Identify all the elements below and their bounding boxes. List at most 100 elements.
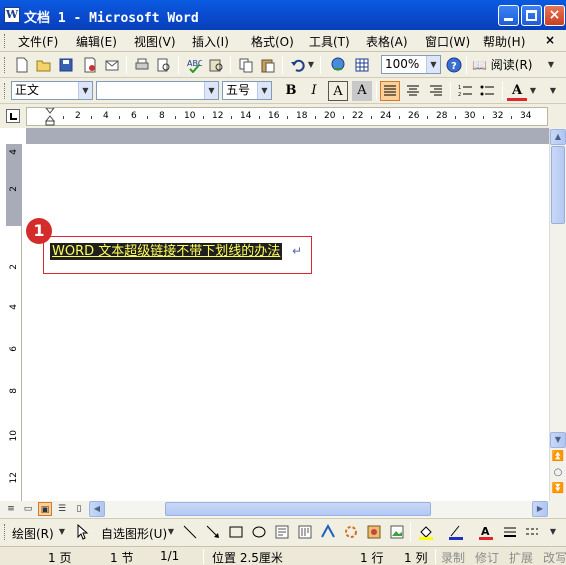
previous-page-icon[interactable]: ⏫ <box>550 450 566 466</box>
toolbar-grip[interactable] <box>4 57 7 73</box>
chevron-down-icon[interactable]: ▼ <box>257 82 271 99</box>
line-icon[interactable] <box>180 522 200 542</box>
arrow-icon[interactable] <box>203 522 223 542</box>
toolbar-options-icon[interactable]: ▼ <box>544 55 558 75</box>
tab-selector[interactable] <box>6 109 20 123</box>
email-icon[interactable] <box>102 55 122 75</box>
text-box-icon[interactable] <box>272 522 292 542</box>
align-justify-button[interactable] <box>380 81 400 101</box>
print-layout-icon[interactable]: ▣ <box>38 502 52 516</box>
scroll-left-icon[interactable]: ◀ <box>89 501 105 517</box>
hyperlink-icon[interactable] <box>328 55 348 75</box>
align-right-button[interactable] <box>426 81 446 101</box>
menu-table[interactable]: 表格(A) <box>366 33 408 50</box>
font-size-combo[interactable]: 五号 ▼ <box>222 81 272 100</box>
bullets-button[interactable] <box>478 81 498 101</box>
menu-file[interactable]: 文件(F) <box>18 33 58 50</box>
outline-view-icon[interactable]: ☰ <box>55 502 69 516</box>
line-style-icon[interactable] <box>500 522 520 542</box>
save-icon[interactable] <box>56 55 76 75</box>
scroll-right-icon[interactable]: ▶ <box>532 501 548 517</box>
copy-icon[interactable] <box>236 55 256 75</box>
document-area[interactable]: 4 2 2 4 6 8 10 12 WORD 文本超级链接不带下划线的办法 ↵ 1 <box>0 128 549 501</box>
reading-layout-button[interactable]: 📖 阅读(R) <box>472 55 532 75</box>
numbering-button[interactable]: 12 <box>456 81 476 101</box>
fill-color-icon[interactable] <box>416 522 436 542</box>
insert-table-icon[interactable] <box>352 55 372 75</box>
toolbar-options-icon[interactable]: ▼ <box>546 522 560 542</box>
status-extend[interactable]: 扩展 <box>509 549 533 565</box>
dash-style-icon[interactable] <box>522 522 542 542</box>
font-color-button[interactable]: A <box>507 81 527 101</box>
zoom-combo[interactable]: 100% ▼ <box>381 55 441 74</box>
align-center-button[interactable] <box>403 81 423 101</box>
status-record[interactable]: 录制 <box>441 549 465 565</box>
paste-icon[interactable] <box>258 55 278 75</box>
undo-dropdown-icon[interactable]: ▼ <box>306 55 316 75</box>
scroll-up-icon[interactable]: ▲ <box>550 129 566 145</box>
menu-help[interactable]: 帮助(H) <box>483 33 525 50</box>
autoshapes-menu[interactable]: 自选图形(U) <box>101 525 167 542</box>
clip-art-icon[interactable] <box>364 522 384 542</box>
select-browse-object-icon[interactable]: ○ <box>550 466 566 482</box>
status-track-changes[interactable]: 修订 <box>475 549 499 565</box>
chevron-down-icon[interactable]: ▼ <box>166 522 176 542</box>
vertical-scrollbar[interactable]: ▲ ▼ ⏫ ○ ⏬ <box>549 128 566 501</box>
text-color-icon[interactable]: A <box>476 522 496 542</box>
status-overtype[interactable]: 改写 <box>543 549 566 565</box>
line-color-icon[interactable] <box>446 522 466 542</box>
next-page-icon[interactable]: ⏬ <box>550 482 566 498</box>
horizontal-ruler[interactable]: 2 4 6 8 10 12 14 16 18 20 22 24 26 28 30 32 34 <box>26 107 548 126</box>
horizontal-scroll-thumb[interactable] <box>165 502 431 516</box>
menu-window[interactable]: 窗口(W) <box>425 33 470 50</box>
font-color-dropdown-icon[interactable]: ▼ <box>528 81 538 101</box>
oval-icon[interactable] <box>249 522 269 542</box>
menu-tools[interactable]: 工具(T) <box>309 33 350 50</box>
vertical-text-box-icon[interactable] <box>295 522 315 542</box>
spelling-icon[interactable]: ABC <box>184 55 204 75</box>
document-close-button[interactable]: × <box>545 33 555 47</box>
reading-view-icon[interactable]: ▯ <box>72 502 86 516</box>
undo-icon[interactable] <box>288 55 308 75</box>
style-combo[interactable]: 正文 ▼ <box>11 81 93 100</box>
insert-picture-icon[interactable] <box>387 522 407 542</box>
toolbar-grip[interactable] <box>4 83 7 99</box>
menu-view[interactable]: 视图(V) <box>134 33 176 50</box>
chevron-down-icon[interactable]: ▼ <box>204 82 218 99</box>
hyperlink-text[interactable]: WORD 文本超级链接不带下划线的办法 <box>50 243 283 260</box>
menu-format[interactable]: 格式(O) <box>251 33 294 50</box>
help-icon[interactable]: ? <box>444 55 464 75</box>
print-icon[interactable] <box>132 55 152 75</box>
menu-insert[interactable]: 插入(I) <box>192 33 229 50</box>
word-app-icon[interactable]: W <box>4 7 20 23</box>
bold-button[interactable]: B <box>281 81 301 101</box>
horizontal-scrollbar[interactable]: ◀ ▶ <box>88 501 549 518</box>
toolbar-grip[interactable] <box>4 524 7 540</box>
permission-icon[interactable] <box>80 55 100 75</box>
vertical-scroll-thumb[interactable] <box>551 146 565 224</box>
close-window-button[interactable]: × <box>544 5 565 26</box>
chevron-down-icon[interactable]: ▼ <box>426 56 440 73</box>
minimize-button[interactable] <box>498 5 519 26</box>
menu-edit[interactable]: 编辑(E) <box>76 33 117 50</box>
new-document-icon[interactable] <box>12 55 32 75</box>
chevron-down-icon[interactable]: ▼ <box>57 522 67 542</box>
print-preview-icon[interactable] <box>154 55 174 75</box>
diagram-icon[interactable] <box>341 522 361 542</box>
character-border-button[interactable]: A <box>328 81 348 101</box>
draw-menu[interactable]: 绘图(R) <box>12 525 54 542</box>
select-objects-icon[interactable] <box>72 522 92 542</box>
vertical-ruler[interactable]: 4 2 2 4 6 8 10 12 <box>6 144 22 501</box>
font-combo[interactable]: ▼ <box>96 81 219 100</box>
menu-grip[interactable] <box>4 34 7 48</box>
toolbar-options-icon[interactable]: ▼ <box>546 81 560 101</box>
wordart-icon[interactable] <box>318 522 338 542</box>
maximize-button[interactable] <box>521 5 542 26</box>
character-shading-button[interactable]: A <box>352 81 372 101</box>
rectangle-icon[interactable] <box>226 522 246 542</box>
chevron-down-icon[interactable]: ▼ <box>78 82 92 99</box>
research-icon[interactable] <box>206 55 226 75</box>
normal-view-icon[interactable]: ≡ <box>4 502 18 516</box>
italic-button[interactable]: I <box>304 81 324 101</box>
web-layout-icon[interactable]: ▭ <box>21 502 35 516</box>
